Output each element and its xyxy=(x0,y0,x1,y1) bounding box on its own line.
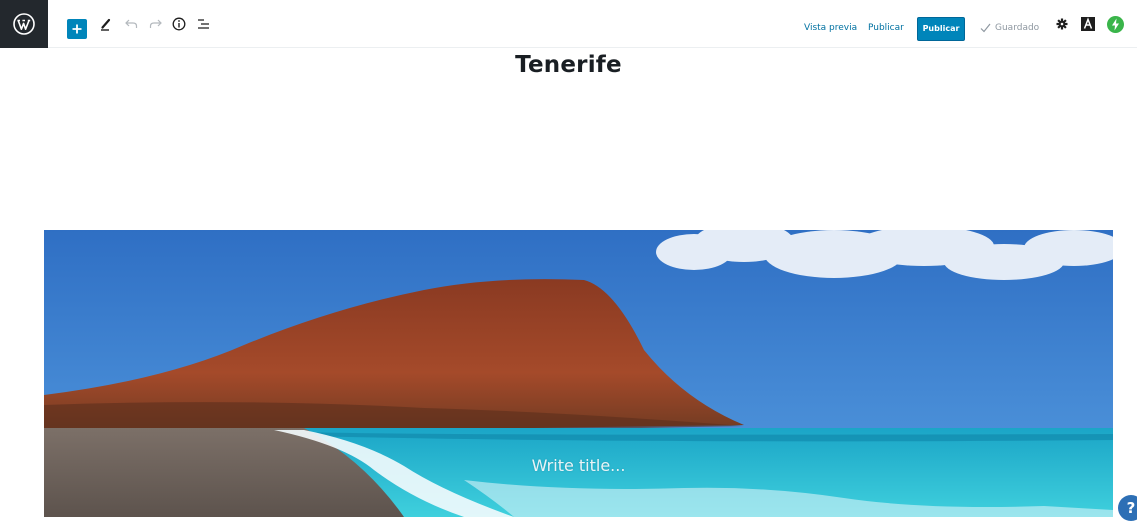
editor-toolbar: Vista previa Publicar Publicar Guardado xyxy=(0,0,1137,48)
plus-icon xyxy=(72,24,82,34)
settings-button[interactable] xyxy=(1052,0,1072,48)
letter-a-icon xyxy=(1081,17,1095,31)
list-view-icon xyxy=(197,19,209,29)
font-plugin-button[interactable] xyxy=(1078,0,1098,48)
add-block-button[interactable] xyxy=(67,19,87,39)
redo-button[interactable] xyxy=(146,0,164,48)
lightning-icon xyxy=(1106,15,1124,33)
jetpack-button[interactable] xyxy=(1104,0,1126,48)
info-button[interactable] xyxy=(170,0,188,48)
gear-icon xyxy=(1056,18,1068,30)
preview-button[interactable]: Vista previa xyxy=(804,18,857,38)
publish-button[interactable]: Publicar xyxy=(917,17,965,41)
wordpress-logo-icon[interactable] xyxy=(0,0,48,48)
saved-label: Guardado xyxy=(995,23,1040,33)
cover-block[interactable]: Write title... xyxy=(44,230,1113,517)
post-title[interactable]: Tenerife xyxy=(0,52,1137,78)
info-icon xyxy=(172,17,186,31)
redo-icon xyxy=(149,19,162,28)
publish-secondary-button[interactable]: Publicar xyxy=(868,18,904,38)
help-button[interactable]: ? xyxy=(1118,495,1137,521)
list-view-button[interactable] xyxy=(194,0,212,48)
undo-icon xyxy=(124,19,137,28)
pencil-icon xyxy=(101,18,111,31)
tools-button[interactable] xyxy=(97,0,115,48)
saved-status: Guardado xyxy=(980,18,1039,38)
check-icon xyxy=(980,23,991,33)
cover-title-input[interactable]: Write title... xyxy=(44,456,1113,475)
undo-button[interactable] xyxy=(122,0,140,48)
